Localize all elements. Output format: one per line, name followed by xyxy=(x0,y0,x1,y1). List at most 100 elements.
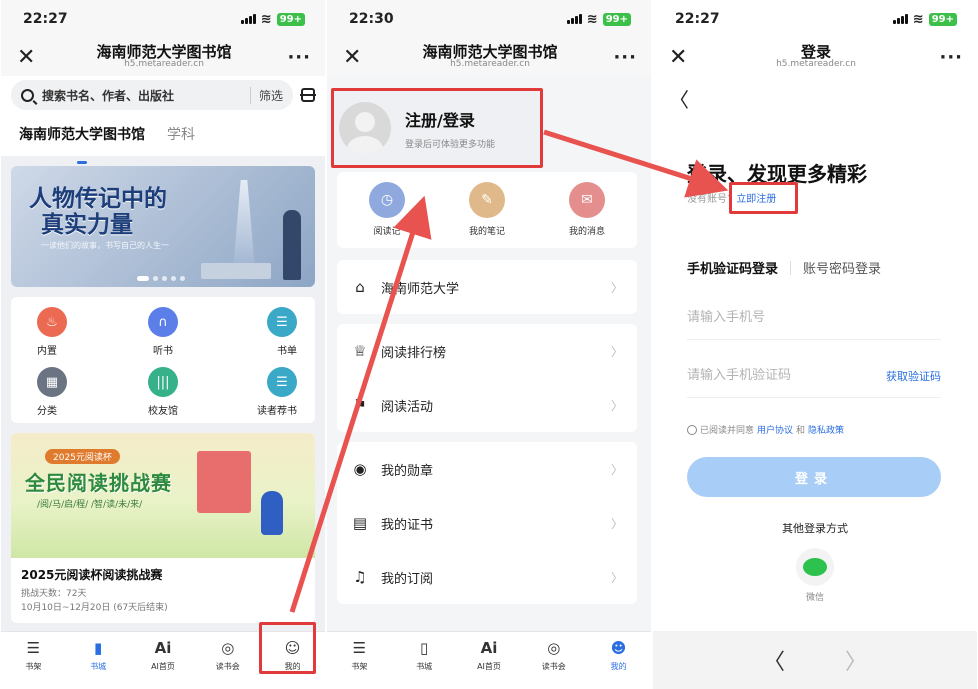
reading-record-button[interactable]: ◷ 阅读记 xyxy=(347,182,427,248)
menu-group-school: ⌂ 海南师范大学〉 xyxy=(337,260,637,314)
ai-tab-icon: Ai xyxy=(480,639,498,657)
battery-icon: 99+ xyxy=(928,12,957,26)
clock-icon: ◷ xyxy=(369,182,405,218)
tab-ai-home[interactable]: Ai AI首页 xyxy=(464,639,514,672)
menu-item-subscriptions[interactable]: ♫ 我的订阅〉 xyxy=(337,550,637,604)
privacy-policy-link[interactable]: 隐私政策 xyxy=(808,423,844,436)
scan-icon[interactable] xyxy=(300,88,316,102)
phone-input[interactable] xyxy=(687,310,941,325)
page-url: h5.metareader.cn xyxy=(450,59,530,70)
search-input[interactable]: 搜索书名、作者、出版社 筛选 xyxy=(11,80,293,110)
agreement-row: 已阅读并同意 用户协议 和 隐私政策 xyxy=(687,423,844,436)
tab-bookstore[interactable]: ▯ 书城 xyxy=(399,639,449,672)
no-account-text: 没有账号? xyxy=(687,194,733,205)
grid-item-recommend[interactable]: ☰ 读者荐书 xyxy=(212,367,309,417)
menu-item-school[interactable]: ⌂ 海南师范大学〉 xyxy=(337,260,637,314)
close-icon[interactable]: ✕ xyxy=(17,45,41,70)
function-grid: ♨ 内置 ∩ 听书 ☰ 书单 ▦ 分类 ||| 校友馆 ☰ 读者荐书 xyxy=(11,297,315,423)
wifi-icon: ≋ xyxy=(260,11,272,27)
close-icon[interactable]: ✕ xyxy=(343,45,367,70)
menu-item-ranking[interactable]: ♕ 阅读排行榜〉 xyxy=(337,324,637,378)
category-icon: ▦ xyxy=(37,367,67,397)
close-icon[interactable]: ✕ xyxy=(669,45,693,70)
title-bar: ✕ 海南师范大学图书馆 h5.metareader.cn ··· xyxy=(327,38,651,76)
ai-tab-icon: Ai xyxy=(154,639,172,657)
status-time: 22:27 xyxy=(675,11,720,27)
status-bar: 22:27 ≋ 99+ xyxy=(653,0,977,38)
grid-item-audiobook[interactable]: ∩ 听书 xyxy=(114,307,211,357)
signal-icon xyxy=(566,14,582,24)
lighthouse-illustration xyxy=(233,180,255,270)
wifi-icon: ≋ xyxy=(586,11,598,27)
tab-ai-home[interactable]: Ai AI首页 xyxy=(138,639,188,672)
signal-icon xyxy=(240,14,256,24)
banner-title: 人物传记中的 真实力量 xyxy=(29,186,167,239)
tab-subject[interactable]: 学科 xyxy=(167,124,195,156)
grid-item-alumni[interactable]: ||| 校友馆 xyxy=(114,367,211,417)
challenge-days: 挑战天数：72天 xyxy=(21,589,87,599)
menu-item-medals[interactable]: ◉ 我的勋章〉 xyxy=(337,442,637,496)
page-title: 海南师范大学图书馆 xyxy=(422,42,558,61)
carousel-dots xyxy=(137,276,185,281)
get-code-button[interactable]: 获取验证码 xyxy=(886,368,941,384)
list-icon: ☰ xyxy=(267,307,297,337)
feature-shortcuts: ◷ 阅读记 ✎ 我的笔记 ✉ 我的消息 xyxy=(337,172,637,248)
tab-book-club[interactable]: ◎ 读书会 xyxy=(203,639,253,672)
page-title: 登录 xyxy=(800,42,831,61)
tab-password-login[interactable]: 账号密码登录 xyxy=(803,258,881,277)
nav-forward-icon[interactable]: 〉 xyxy=(845,644,867,676)
more-icon[interactable]: ··· xyxy=(613,47,637,68)
tab-sms-login[interactable]: 手机验证码登录 xyxy=(687,258,778,277)
user-agreement-link[interactable]: 用户协议 xyxy=(757,423,793,436)
planet-tab-icon: ◎ xyxy=(221,639,235,657)
wechat-login-button[interactable]: 微信 xyxy=(787,548,843,603)
person-illustration xyxy=(283,210,301,280)
challenge-card[interactable]: 2025元阅读杯 全民阅读挑战赛 /阅/马/启/程/ /智/读/未/来/ 202… xyxy=(11,433,315,623)
more-icon[interactable]: ··· xyxy=(939,47,963,68)
phone-field xyxy=(687,296,941,340)
library-tabs: 海南师范大学图书馆 学科 xyxy=(1,114,325,164)
search-icon xyxy=(21,88,34,102)
bottom-tabbar: ☰ 书架 ▯ 书城 Ai AI首页 ◎ 读书会 ☻ 我的 xyxy=(327,631,651,689)
bookshelf-icon: ||| xyxy=(147,367,178,397)
battery-icon: 99+ xyxy=(276,12,305,26)
my-notes-button[interactable]: ✎ 我的笔记 xyxy=(447,182,527,248)
tab-bookshelf[interactable]: ☰ 书架 xyxy=(8,639,58,672)
status-time: 22:27 xyxy=(23,11,68,27)
grid-item-category[interactable]: ▦ 分类 xyxy=(17,367,114,417)
challenge-title: 2025元阅读杯阅读挑战赛 xyxy=(21,568,163,582)
status-time: 22:30 xyxy=(349,11,394,27)
bookshelf-tab-icon: ☰ xyxy=(352,639,367,657)
tab-mine[interactable]: ☻ 我的 xyxy=(594,639,644,672)
tab-bookshelf[interactable]: ☰ 书架 xyxy=(334,639,384,672)
agree-radio[interactable] xyxy=(687,424,697,435)
more-icon[interactable]: ··· xyxy=(287,47,311,68)
tab-library[interactable]: 海南师范大学图书馆 xyxy=(19,124,145,164)
highlight-mine-tab xyxy=(259,622,316,674)
tab-bookstore[interactable]: ▮ 书城 xyxy=(73,639,123,672)
grid-item-booklist[interactable]: ☰ 书单 xyxy=(212,307,309,357)
menu-group-personal: ◉ 我的勋章〉 ▤ 我的证书〉 ♫ 我的订阅〉 xyxy=(337,442,637,604)
building-icon: ⌂ xyxy=(355,278,365,296)
my-messages-button[interactable]: ✉ 我的消息 xyxy=(547,182,627,248)
title-bar: ✕ 海南师范大学图书馆 h5.metareader.cn ··· xyxy=(1,38,325,76)
menu-item-activities[interactable]: ⚑ 阅读活动〉 xyxy=(337,378,637,432)
signal-icon xyxy=(892,14,908,24)
grid-item-builtin[interactable]: ♨ 内置 xyxy=(17,307,114,357)
back-icon[interactable]: 〈 xyxy=(669,84,689,113)
challenge-dates: 10月10日~12月20日 (67天后结束) xyxy=(21,602,168,613)
menu-item-certificates[interactable]: ▤ 我的证书〉 xyxy=(337,496,637,550)
tab-book-club[interactable]: ◎ 读书会 xyxy=(529,639,579,672)
highlight-login-entry xyxy=(331,88,543,168)
promo-banner[interactable]: 人物传记中的 真实力量 一读他们的故事，书写自己的人生一 xyxy=(11,166,315,287)
menu-group-reading: ♕ 阅读排行榜〉 ⚑ 阅读活动〉 xyxy=(337,324,637,432)
battery-icon: 99+ xyxy=(602,12,631,26)
book-tab-icon: ▯ xyxy=(420,639,429,657)
filter-button[interactable]: 筛选 xyxy=(249,86,283,104)
chevron-right-icon: 〉 xyxy=(610,570,623,585)
login-button[interactable]: 登录 xyxy=(687,457,941,497)
wechat-icon xyxy=(796,548,834,586)
code-input[interactable] xyxy=(687,368,886,383)
bookshelf-tab-icon: ☰ xyxy=(26,639,41,657)
nav-back-icon[interactable]: 〈 xyxy=(763,644,785,676)
